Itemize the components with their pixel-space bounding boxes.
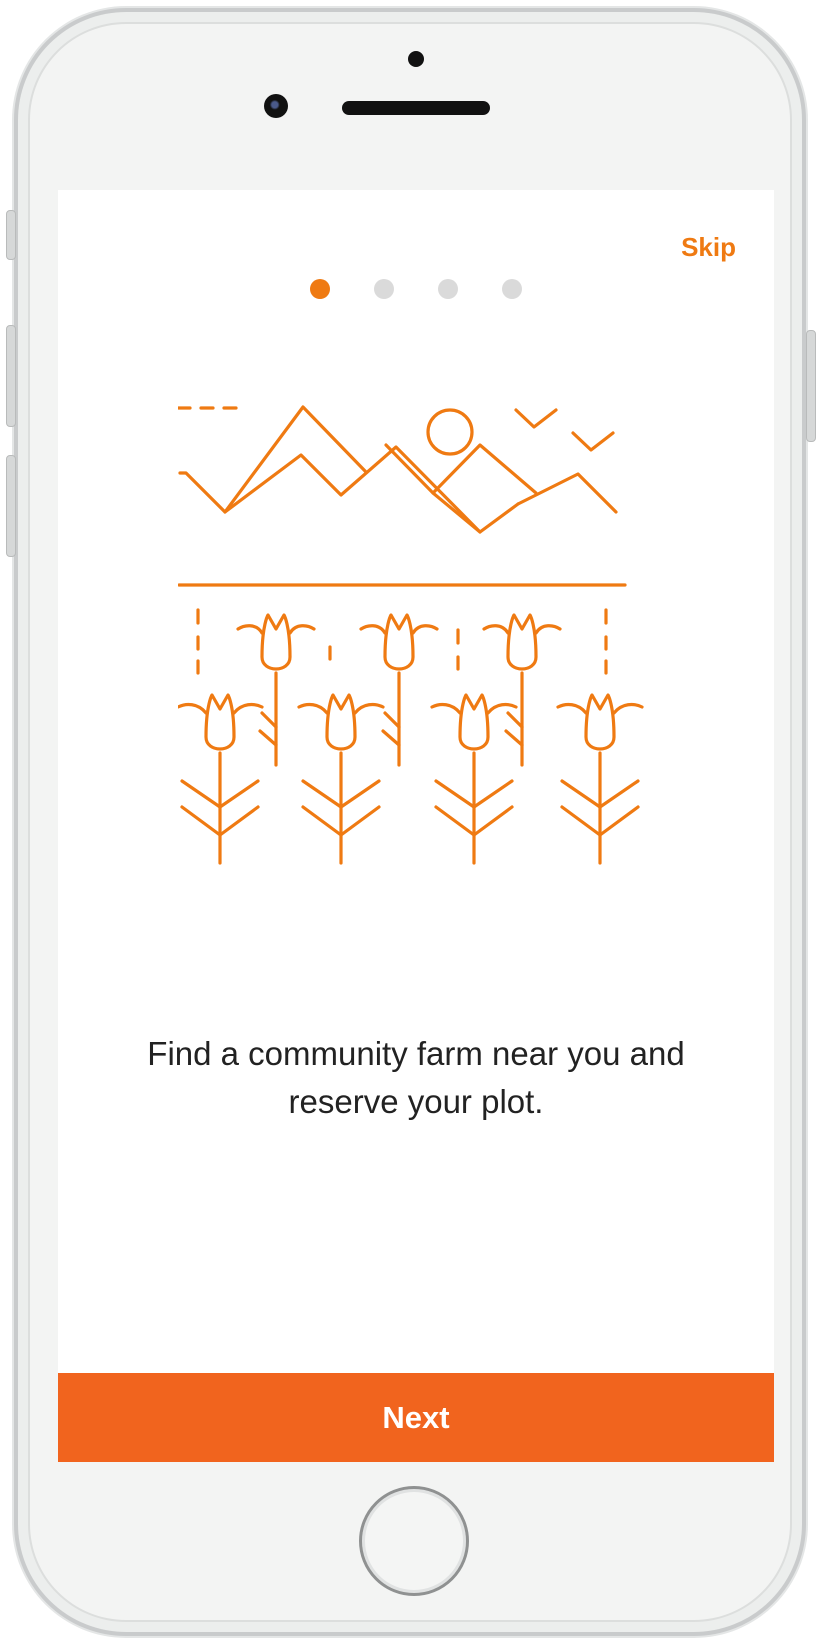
farm-field-illustration	[178, 405, 644, 865]
page-dot-3[interactable]	[438, 279, 458, 299]
onboarding-screen: Skip Find a community farm near you and …	[58, 190, 774, 1462]
skip-button[interactable]: Skip	[681, 232, 736, 263]
power-button	[806, 330, 816, 442]
page-indicator	[58, 279, 774, 301]
page-dot-4[interactable]	[502, 279, 522, 299]
earpiece-speaker	[342, 101, 490, 115]
front-camera	[264, 94, 288, 118]
onboarding-caption: Find a community farm near you and reser…	[147, 1035, 685, 1120]
proximity-sensor	[408, 51, 424, 67]
page-dot-2[interactable]	[374, 279, 394, 299]
home-button[interactable]	[359, 1486, 469, 1596]
page-dot-1[interactable]	[310, 279, 330, 299]
volume-up-button	[6, 325, 16, 427]
next-button[interactable]: Next	[58, 1373, 774, 1462]
mute-switch	[6, 210, 16, 260]
volume-down-button	[6, 455, 16, 557]
